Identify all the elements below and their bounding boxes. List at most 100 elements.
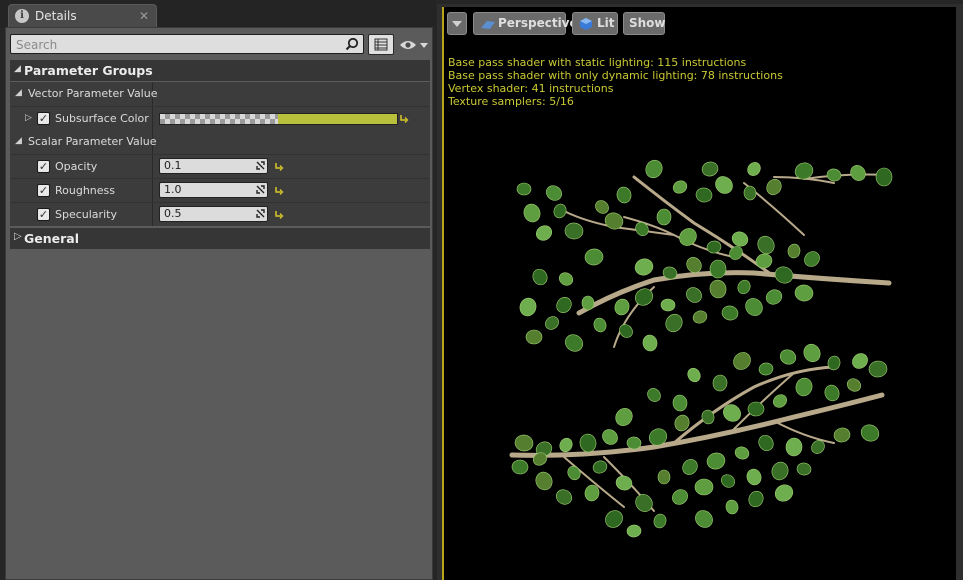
parameter-groups-body: ◢ Vector Parameter Value ▷ ✓ Subsurface … <box>10 82 430 226</box>
material-preview-viewport[interactable]: Perspective Lit Show Base pass shader wi… <box>442 7 956 580</box>
leaf <box>701 161 719 177</box>
leaf <box>692 310 708 324</box>
roughness-label: Roughness <box>55 184 116 197</box>
leaf <box>635 221 649 237</box>
reset-to-default-icon[interactable] <box>274 185 284 195</box>
roughness-input[interactable]: 1.0 <box>159 182 268 198</box>
parameter-groups-header[interactable]: ◢ Parameter Groups <box>10 60 430 81</box>
leaf <box>595 200 609 214</box>
leaf <box>745 298 763 316</box>
leaf <box>546 185 562 201</box>
tab-details[interactable]: i Details ✕ <box>8 4 157 28</box>
specularity-row: ✓ Specularity 0.5 <box>10 202 430 226</box>
leaf <box>734 446 750 460</box>
subsurface-color-row: ▷ ✓ Subsurface Color <box>10 106 430 130</box>
leaf <box>553 203 567 219</box>
parameter-groups-label: Parameter Groups <box>24 63 153 78</box>
chevron-down-icon <box>452 21 462 27</box>
leaf <box>846 378 862 392</box>
leaf <box>605 510 623 528</box>
foliage-preview <box>509 159 893 538</box>
leaf <box>803 343 821 363</box>
leaf <box>747 162 761 176</box>
perspective-label: Perspective <box>498 16 578 30</box>
lit-button[interactable]: Lit <box>572 12 618 35</box>
expanded-triangle-icon: ◢ <box>14 64 21 74</box>
leaf <box>532 268 548 286</box>
perspective-button[interactable]: Perspective <box>473 12 578 35</box>
leaf <box>682 459 698 475</box>
roughness-checkbox[interactable]: ✓ <box>37 184 50 197</box>
stat-static-lighting: Base pass shader with static lighting: 1… <box>448 56 747 69</box>
drag-handle-icon[interactable] <box>256 161 265 170</box>
leaf <box>511 459 529 475</box>
stat-vertex-shader: Vertex shader: 41 instructions <box>448 82 614 95</box>
leaf <box>709 279 727 299</box>
reset-to-default-icon[interactable] <box>274 161 284 171</box>
leaf <box>868 360 888 378</box>
scalar-parameter-group-row[interactable]: ◢ Scalar Parameter Value <box>10 130 430 154</box>
reset-to-default-icon[interactable] <box>274 209 284 219</box>
leaf <box>672 180 688 194</box>
leaf <box>765 289 783 305</box>
leaf <box>695 510 713 528</box>
leaf <box>755 253 773 269</box>
general-header[interactable]: ▷ General <box>10 228 430 249</box>
leaf <box>535 225 553 241</box>
leaf <box>672 489 688 505</box>
leaf <box>758 434 774 452</box>
expanded-triangle-icon: ◢ <box>15 136 22 146</box>
leaf <box>826 168 842 182</box>
leaf <box>584 248 604 266</box>
view-options-button[interactable] <box>398 36 430 54</box>
leaf <box>556 296 572 314</box>
leaf <box>634 258 654 276</box>
vector-parameter-group-label: Vector Parameter Value <box>28 87 158 100</box>
viewport-options-button[interactable] <box>447 12 467 35</box>
leaf <box>615 407 633 427</box>
scalar-parameter-group-label: Scalar Parameter Value <box>28 135 157 148</box>
property-matrix-button[interactable] <box>368 34 394 55</box>
opacity-input[interactable]: 0.1 <box>159 158 268 174</box>
leaf <box>559 437 573 453</box>
opacity-checkbox[interactable]: ✓ <box>37 160 50 173</box>
leaf <box>525 329 543 345</box>
drag-handle-icon[interactable] <box>256 209 265 218</box>
editor-window: i Details ✕ Search ◢ Parameter Groups ◢ … <box>0 0 963 580</box>
specularity-value: 0.5 <box>164 207 182 220</box>
leaf <box>514 434 534 452</box>
specularity-checkbox[interactable]: ✓ <box>37 208 50 221</box>
specularity-input[interactable]: 0.5 <box>159 206 268 222</box>
leaf <box>593 317 607 333</box>
leaf <box>712 374 728 392</box>
search-row: Search <box>10 34 430 56</box>
tab-strip: i Details ✕ <box>0 0 436 28</box>
subsurface-color-swatch[interactable] <box>159 113 398 125</box>
leaf <box>647 388 661 402</box>
details-panel: Search ◢ Parameter Groups ◢ Vector Param… <box>5 27 433 580</box>
vector-parameter-group-row[interactable]: ◢ Vector Parameter Value <box>10 82 430 106</box>
leaf <box>555 489 573 505</box>
leaf <box>779 349 797 365</box>
leaf <box>721 474 735 488</box>
leaf <box>642 334 658 352</box>
search-input[interactable]: Search <box>10 34 364 54</box>
search-icon <box>345 37 359 51</box>
subsurface-color-checkbox[interactable]: ✓ <box>37 112 50 125</box>
leaf <box>875 167 893 187</box>
perspective-camera-icon <box>481 21 495 29</box>
show-button[interactable]: Show <box>623 12 666 35</box>
expanded-triangle-icon: ◢ <box>15 88 22 98</box>
reset-to-default-icon[interactable] <box>399 113 409 123</box>
tab-details-label: Details <box>35 9 77 23</box>
collapsed-triangle-icon[interactable]: ▷ <box>25 113 32 123</box>
leaf <box>771 461 789 481</box>
leaf <box>706 240 722 254</box>
leaf <box>748 490 764 508</box>
roughness-value: 1.0 <box>164 183 182 196</box>
close-icon[interactable]: ✕ <box>139 9 149 23</box>
leaf <box>747 401 765 417</box>
leaf <box>619 324 633 338</box>
drag-handle-icon[interactable] <box>256 185 265 194</box>
list-icon <box>374 38 388 51</box>
